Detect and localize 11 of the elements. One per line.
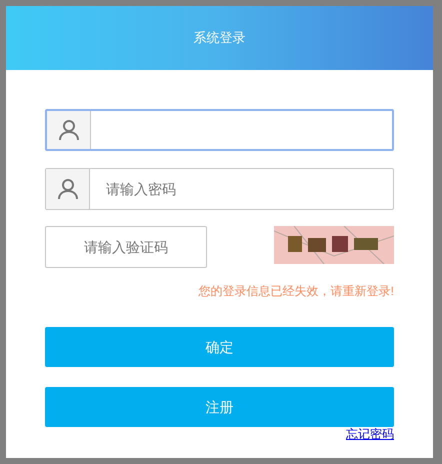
login-field[interactable]: 请输入密码 [45,168,394,210]
user-icon [58,119,80,141]
user-icon [56,178,78,200]
error-message: 您的登录信息已经失效，请重新登录! [198,283,394,300]
input-field[interactable]: 请输入密码 [90,169,393,209]
forgot-password-link[interactable]: 忘记密码 [346,428,394,440]
captcha-field[interactable]: 请输入验证码 [45,226,207,268]
login-field[interactable] [45,109,394,151]
confirm-button[interactable]: 确定 [45,327,394,367]
dialog-title: 系统登录 [194,29,246,48]
register-button[interactable]: 注册 [45,387,394,427]
